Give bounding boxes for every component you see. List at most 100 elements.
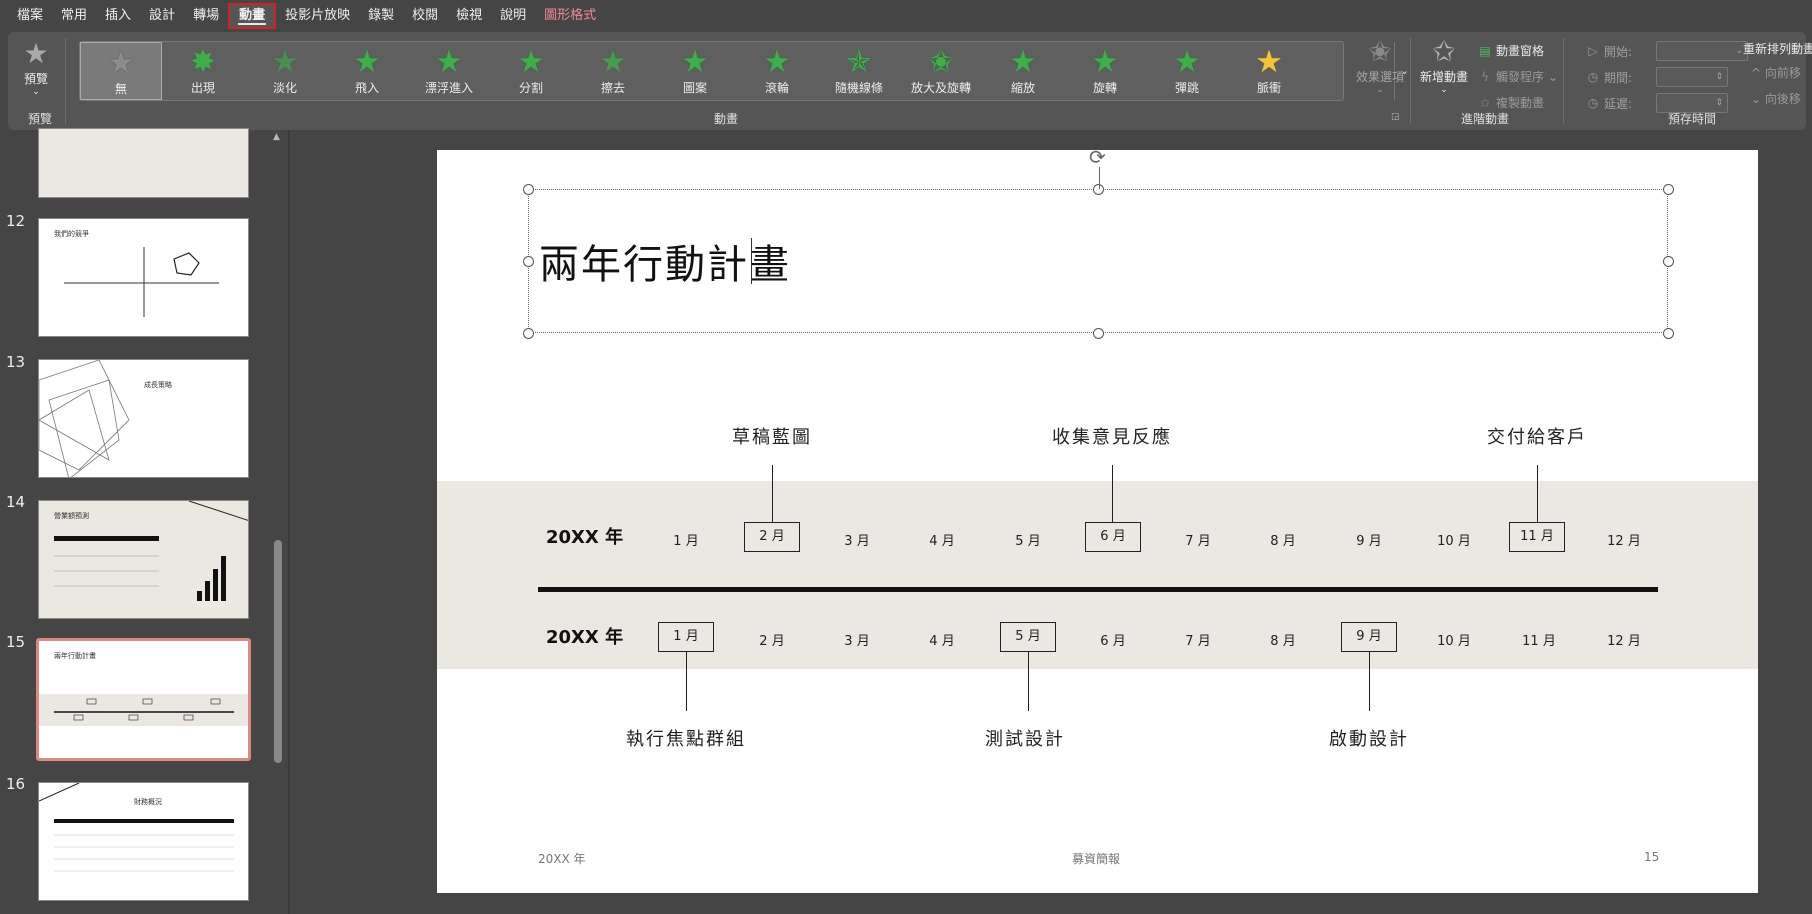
animation-wheel[interactable]: ★ 滾輪	[736, 42, 818, 100]
thumb-graphic	[64, 247, 219, 317]
slide-thumbnail[interactable]	[38, 128, 249, 198]
month-label-boxed: 11 月	[1509, 522, 1565, 552]
trigger-label: 觸發程序	[1496, 70, 1545, 84]
tab-review[interactable]: 校閱	[403, 3, 447, 29]
month-label: 7 月	[1185, 634, 1211, 649]
panel-divider[interactable]	[288, 130, 290, 914]
animation-grow-turn[interactable]: ✬ 放大及旋轉	[900, 42, 982, 100]
divider	[1563, 38, 1564, 124]
month-label-boxed: 5 月	[1000, 622, 1056, 652]
tab-slideshow[interactable]: 投影片放映	[276, 3, 359, 29]
star-icon: ★	[1091, 44, 1119, 80]
slide-thumbnail[interactable]: 財務概況	[38, 782, 249, 901]
tab-file[interactable]: 檔案	[8, 3, 52, 29]
month-label: 8 月	[1270, 634, 1296, 649]
preview-group-label: 預覽	[28, 112, 53, 126]
tab-help[interactable]: 說明	[491, 3, 535, 29]
month-label: 3 月	[844, 634, 870, 649]
ribbon: ★ 預覽 ⌄ 預覽 ★ 無 ✸ 出現 ★ 淡化 ★ 飛入 ★ 漂浮進入 ★ 分割 ★ 擦去 ★…	[8, 32, 1812, 130]
star-icon: ★	[599, 44, 627, 80]
move-later-button[interactable]: ⌄ 向後移	[1743, 86, 1812, 112]
thumb-graphic	[54, 501, 248, 601]
slide-number: 15	[6, 633, 26, 651]
milestone-connector	[686, 652, 687, 711]
animation-float-in[interactable]: ★ 漂浮進入	[408, 42, 490, 100]
slide-canvas[interactable]: 兩年行動計畫 ⟳ 20XX 年 1 月 2 月 3 月 4 月 5 月 6 月 …	[437, 150, 1758, 893]
tab-insert[interactable]: 插入	[96, 3, 140, 29]
animation-fly-in[interactable]: ★ 飛入	[326, 42, 408, 100]
tab-view[interactable]: 檢視	[447, 3, 491, 29]
rotate-handle-icon[interactable]: ⟳	[1089, 150, 1106, 169]
timing-list: ▷ 開始: ⌄ ◷ 期間: ⇕ ◷ 延遲: ⇕	[1586, 38, 1748, 116]
animation-label: 脈衝	[1256, 81, 1281, 95]
start-select[interactable]: ⌄	[1656, 41, 1748, 61]
slide-number: 13	[6, 353, 26, 371]
month-label: 3 月	[844, 534, 870, 549]
animation-fade[interactable]: ★ 淡化	[244, 42, 326, 100]
slide-thumbnail-current[interactable]: 兩年行動計畫	[36, 638, 251, 761]
milestone-label: 草稿藍圖	[732, 427, 812, 448]
tab-transitions[interactable]: 轉場	[184, 3, 228, 29]
preview-button[interactable]: ★ 預覽 ⌄	[16, 38, 56, 108]
resize-handle[interactable]	[1663, 184, 1674, 195]
animation-pulse[interactable]: ★ 脈衝	[1228, 42, 1310, 100]
duration-row: ◷ 期間: ⇕	[1586, 64, 1748, 90]
animation-wipe[interactable]: ★ 擦去	[572, 42, 654, 100]
month-label: 1 月	[673, 534, 699, 549]
animation-bounce[interactable]: ★ 彈跳	[1146, 42, 1228, 100]
slide-thumbnail[interactable]: 營業額預測	[38, 500, 249, 619]
duration-input[interactable]: ⇕	[1656, 67, 1728, 87]
resize-handle[interactable]	[523, 184, 534, 195]
animation-label: 圖案	[682, 81, 707, 95]
milestone-connector	[1537, 465, 1538, 522]
star-icon: ★	[23, 37, 49, 70]
resize-handle[interactable]	[1663, 328, 1674, 339]
animation-random-bars[interactable]: ✯ 隨機線條	[818, 42, 900, 100]
chevron-down-icon: ⌄	[1440, 85, 1448, 95]
effect-options-button[interactable]: ✬ 效果選項 ⌄	[1348, 36, 1412, 96]
resize-handle[interactable]	[523, 328, 534, 339]
animation-appear[interactable]: ✸ 出現	[162, 42, 244, 100]
add-animation-label: 新增動畫	[1419, 70, 1468, 84]
animation-zoom[interactable]: ★ 縮放	[982, 42, 1064, 100]
animation-swivel[interactable]: ★ 旋轉	[1064, 42, 1146, 100]
footer-text: 募資簡報	[1072, 852, 1121, 866]
animation-label: 分割	[518, 81, 543, 95]
resize-handle[interactable]	[523, 256, 534, 267]
resize-handle[interactable]	[1663, 256, 1674, 267]
milestone-connector	[1369, 652, 1370, 711]
title-placeholder[interactable]: 兩年行動計畫	[523, 184, 1674, 339]
tab-record[interactable]: 錄製	[359, 3, 403, 29]
divider	[1410, 38, 1411, 124]
reorder-title: 重新排列動畫	[1743, 42, 1812, 56]
tab-design[interactable]: 設計	[140, 3, 184, 29]
slide-thumbnail[interactable]: 我們的競爭	[38, 218, 249, 337]
month-label: 12 月	[1607, 634, 1641, 649]
animation-none[interactable]: ★ 無	[80, 42, 162, 100]
scrollbar-thumb[interactable]	[274, 540, 282, 763]
move-later-label: 向後移	[1764, 92, 1801, 106]
dialog-launcher-icon[interactable]: ◲	[1391, 112, 1400, 122]
month-label-boxed: 9 月	[1341, 622, 1397, 652]
chevron-down-icon: ⌄	[1548, 70, 1559, 84]
add-animation-button[interactable]: ✩ 新增動畫 ⌄	[1416, 36, 1472, 96]
duration-label: 期間:	[1604, 70, 1633, 85]
slide-thumbnail[interactable]: 成長策略	[38, 359, 249, 478]
animation-shape[interactable]: ★ 圖案	[654, 42, 736, 100]
scroll-up-arrow-icon[interactable]: ▲	[273, 132, 280, 142]
chevron-up-icon: ^	[1751, 66, 1765, 80]
month-label: 12 月	[1607, 534, 1641, 549]
tab-shape-format[interactable]: 圖形格式	[535, 3, 605, 29]
animation-split[interactable]: ★ 分割	[490, 42, 572, 100]
resize-handle[interactable]	[1093, 328, 1104, 339]
month-label: 6 月	[1100, 634, 1126, 649]
animation-label: 漂浮進入	[424, 81, 473, 95]
tab-animations[interactable]: 動畫	[228, 3, 277, 29]
trigger-button[interactable]: ϟ 觸發程序 ⌄	[1478, 64, 1558, 90]
slide-title[interactable]: 兩年行動計畫	[539, 232, 791, 290]
move-earlier-button[interactable]: ^ 向前移	[1743, 60, 1812, 86]
month-label-boxed: 2 月	[744, 522, 800, 552]
star-icon: ✯	[846, 44, 872, 80]
tab-home[interactable]: 常用	[52, 3, 96, 29]
animation-pane-button[interactable]: ▤ 動畫窗格	[1478, 38, 1558, 64]
